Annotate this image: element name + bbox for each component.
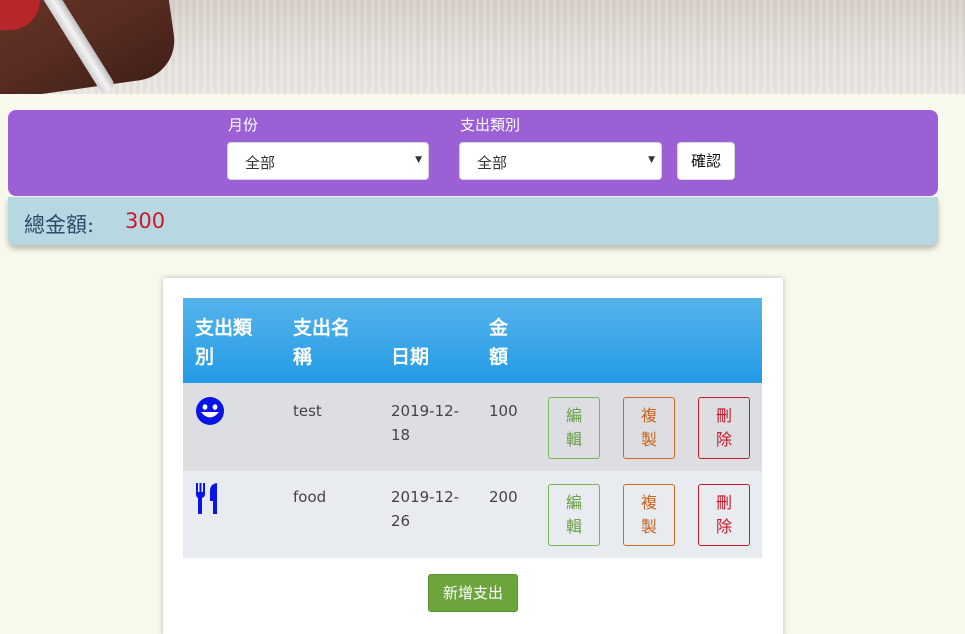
add-expense-button[interactable]: 新增支出: [428, 574, 518, 612]
edit-button-line1: 編: [565, 406, 582, 425]
delete-button-line2: 除: [715, 517, 732, 536]
chevron-down-icon: ▼: [415, 155, 422, 165]
banner-gap: [0, 94, 965, 110]
total-amount-bar: 總金額: 300: [8, 197, 938, 245]
expense-name: test: [293, 402, 322, 420]
expense-date-line1: 2019-12-: [391, 488, 460, 506]
header-date: 日期: [391, 346, 430, 368]
copy-button-line2: 製: [640, 517, 657, 536]
edit-button-line2: 輯: [565, 517, 582, 536]
expense-card: 支出類 別 支出名 稱 日期 金 額 test 2019-12- 18 100 …: [163, 278, 783, 634]
delete-button-line1: 刪: [715, 406, 732, 425]
header-amount-line2: 額: [489, 346, 509, 368]
expense-date-line1: 2019-12-: [391, 402, 460, 420]
expense-date-line2: 26: [391, 512, 411, 530]
copy-button-line1: 複: [640, 406, 657, 425]
month-label: 月份: [228, 116, 259, 134]
total-amount-value: 300: [125, 209, 166, 233]
category-select-value: 全部: [477, 154, 508, 172]
total-amount-label: 總金額:: [24, 213, 95, 237]
expense-name: food: [293, 488, 327, 506]
chevron-down-icon: ▼: [648, 155, 655, 165]
header-category: 支出類 別: [195, 314, 252, 372]
expense-date: 2019-12- 26: [391, 485, 459, 533]
edit-button-line2: 輯: [565, 430, 582, 449]
expense-amount: 200: [489, 488, 518, 506]
header-amount: 金 額: [489, 314, 508, 372]
filter-bar: 月份 全部 ▼ 支出類別 全部 ▼ 確認: [8, 110, 938, 196]
copy-button[interactable]: 複 製: [623, 397, 675, 459]
utensils-icon: [196, 483, 217, 514]
header-name: 支出名 稱: [293, 314, 350, 372]
delete-button-line1: 刪: [715, 493, 732, 512]
month-select-value: 全部: [245, 154, 276, 172]
edit-button-line1: 編: [565, 493, 582, 512]
edit-button[interactable]: 編 輯: [548, 484, 600, 546]
header-name-line2: 稱: [293, 346, 313, 368]
table-row: test 2019-12- 18 100 編 輯 複 製 刪 除: [183, 383, 762, 471]
delete-button[interactable]: 刪 除: [698, 484, 750, 546]
copy-button-line2: 製: [640, 430, 657, 449]
header-banner-image: [0, 0, 965, 94]
expense-date-line2: 18: [391, 426, 411, 444]
month-select[interactable]: 全部 ▼: [227, 142, 429, 180]
expense-amount: 100: [489, 402, 518, 420]
expense-date: 2019-12- 18: [391, 399, 459, 447]
table-row: food 2019-12- 26 200 編 輯 複 製 刪 除: [183, 471, 762, 558]
delete-button-line2: 除: [715, 430, 732, 449]
header-category-line2: 別: [195, 346, 215, 368]
category-label: 支出類別: [460, 116, 521, 134]
edit-button[interactable]: 編 輯: [548, 397, 600, 459]
confirm-button[interactable]: 確認: [677, 142, 735, 180]
smile-icon: [196, 397, 224, 425]
table-header: 支出類 別 支出名 稱 日期 金 額: [183, 298, 762, 383]
copy-button-line1: 複: [640, 493, 657, 512]
header-category-line1: 支出類: [195, 317, 253, 339]
expense-table: 支出類 別 支出名 稱 日期 金 額 test 2019-12- 18 100 …: [183, 298, 762, 558]
delete-button[interactable]: 刪 除: [698, 397, 750, 459]
header-name-line1: 支出名: [293, 317, 351, 339]
category-select[interactable]: 全部 ▼: [459, 142, 662, 180]
copy-button[interactable]: 複 製: [623, 484, 675, 546]
header-amount-line1: 金: [489, 317, 509, 339]
